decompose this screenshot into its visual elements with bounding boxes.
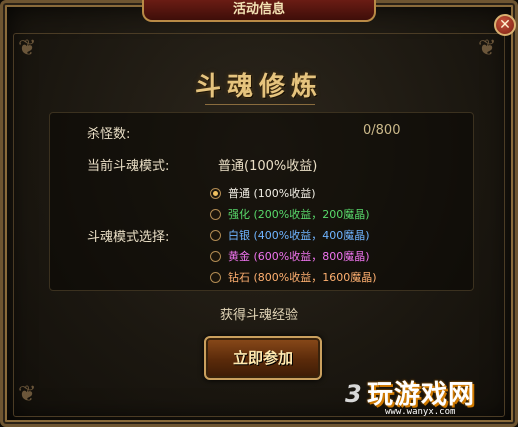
kill-count-value: 0/800 bbox=[363, 123, 401, 138]
site-watermark: 3 玩游戏网 www.wanyx.com bbox=[345, 374, 515, 424]
mode-option-label: 普通 (100%收益) bbox=[228, 187, 316, 200]
watermark-prefix: 3 bbox=[345, 380, 362, 408]
mode-option-label: 白银 (400%收益，400魔晶) bbox=[228, 229, 370, 242]
radio-button[interactable] bbox=[210, 208, 221, 220]
radio-button[interactable] bbox=[210, 187, 221, 199]
mode-option-label: 强化 (200%收益，200魔晶) bbox=[228, 208, 370, 221]
radio-button[interactable] bbox=[210, 271, 221, 283]
mode-option-diamond[interactable]: 钻石 (800%收益，1600魔晶) bbox=[210, 270, 377, 286]
page-title: 斗魂修炼 bbox=[194, 72, 323, 102]
mode-select-label: 斗魂模式选择: bbox=[87, 230, 170, 245]
mode-option-silver[interactable]: 白银 (400%收益，400魔晶) bbox=[210, 228, 370, 244]
title-divider bbox=[205, 104, 315, 105]
kill-count-label: 杀怪数: bbox=[87, 127, 131, 142]
current-mode-label: 当前斗魂模式: bbox=[87, 159, 170, 174]
watermark-url: www.wanyx.com bbox=[385, 407, 456, 417]
window-title: 活动信息 bbox=[142, 0, 376, 22]
join-now-button[interactable]: 立即参加 bbox=[204, 336, 322, 380]
mode-option-gold[interactable]: 黄金 (600%收益，800魔晶) bbox=[210, 249, 370, 265]
mode-option-enhanced[interactable]: 强化 (200%收益，200魔晶) bbox=[210, 207, 370, 223]
radio-button[interactable] bbox=[210, 229, 221, 241]
close-button[interactable]: ✕ bbox=[494, 14, 516, 36]
exp-description: 获得斗魂经验 bbox=[219, 308, 298, 323]
corner-ornament: ❦ bbox=[18, 382, 37, 407]
current-mode-value: 普通(100%收益) bbox=[218, 159, 318, 174]
mode-option-label: 黄金 (600%收益，800魔晶) bbox=[228, 250, 370, 263]
radio-button[interactable] bbox=[210, 250, 221, 262]
watermark-logo: 玩游戏网 bbox=[367, 380, 476, 410]
corner-ornament: ❦ bbox=[18, 36, 37, 61]
corner-ornament: ❦ bbox=[478, 36, 497, 61]
mode-option-label: 钻石 (800%收益，1600魔晶) bbox=[228, 271, 377, 284]
mode-option-normal[interactable]: 普通 (100%收益) bbox=[210, 186, 316, 202]
